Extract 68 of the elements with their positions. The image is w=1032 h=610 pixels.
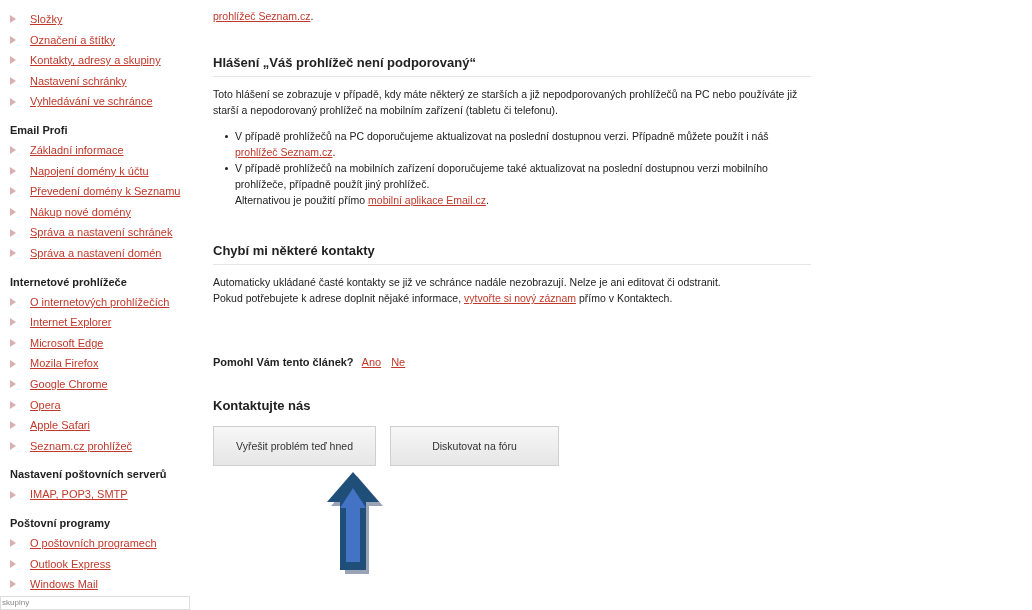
triangle-bullet-icon: [10, 187, 16, 196]
triangle-bullet-icon: [10, 339, 16, 347]
triangle-bullet-icon: [10, 400, 16, 409]
triangle-bullet-icon: [10, 146, 16, 155]
sidebar-heading: Nastavení poštovních serverů: [10, 467, 168, 483]
sidebar-link[interactable]: Apple Safari: [30, 417, 90, 434]
triangle-bullet-icon: [10, 97, 16, 106]
list-item-text: V případě prohlížečů na PC doporučujeme aktualizovat na poslední dostupnou verzi. Případně můžete použít i náš prohlížeč Seznam.cz.: [235, 129, 770, 160]
sidebar-link[interactable]: Nastavení schránky: [30, 72, 127, 90]
sidebar-link[interactable]: Internet Explorer: [30, 314, 112, 331]
triangle-bullet-icon: [10, 559, 16, 568]
article-text: prohlížeč Seznam.cz.: [213, 9, 315, 24]
sidebar-link[interactable]: Outlook Express: [30, 555, 111, 572]
paragraph: Automaticky ukládané časté kontakty se již ve schránce nadále nezobrazují. Nelze je ani editovat či odstranit. Pokud potřebujete k adrese doplnit nějaké informace, vytvořte si nový záznam přímo v Kontaktech.: [213, 275, 722, 306]
section-heading: Kontaktujte nás: [213, 398, 312, 414]
sidebar-link[interactable]: Kontakty, adresy a skupiny: [30, 52, 161, 69]
sidebar-link[interactable]: Vyhledávání ve schránce: [30, 93, 153, 110]
section-heading: Hlášení „Váš prohlížeč není podporovaný“: [213, 54, 811, 77]
contact-button[interactable]: Vyřešit problém teď hned: [213, 426, 376, 466]
feedback-link[interactable]: Ano: [361, 354, 382, 370]
triangle-bullet-icon: [10, 539, 16, 548]
triangle-bullet-icon: [10, 77, 16, 86]
triangle-bullet-icon: [10, 490, 16, 499]
triangle-bullet-icon: [10, 359, 16, 368]
sidebar-link[interactable]: O internetových prohlížečích: [30, 293, 170, 311]
triangle-bullet-icon: [10, 442, 16, 450]
sidebar-link[interactable]: Google Chrome: [30, 375, 108, 393]
triangle-bullet-icon: [10, 228, 16, 237]
sidebar-link[interactable]: Nákup nové domény: [30, 203, 131, 221]
paragraph: Toto hlášení se zobrazuje v případě, kdy máte některý ze starších a již nepodporovaných prohlížečů na PC nebo používáte již starší a nepodorovaný prohlížeč na mobilním zařízení (tabletu či telefonu).: [213, 87, 799, 118]
list-item-text: V případě prohlížečů na mobilních zařízení doporučujeme také aktualizovat na poslední dostupnou verzi mobilního prohlížeče, případně použít jiný prohlížeč. Alternativou je použití přímo mobilní aplikace Email.cz.: [235, 161, 769, 208]
sidebar-link[interactable]: Napojení domény k účtu: [30, 162, 149, 180]
sidebar-link[interactable]: Opera: [30, 396, 61, 414]
triangle-bullet-icon: [10, 421, 16, 430]
sidebar-link[interactable]: Seznam.cz prohlížeč: [30, 437, 133, 455]
triangle-bullet-icon: [10, 56, 16, 65]
text-link[interactable]: vytvořte si nový záznam: [464, 292, 577, 304]
sidebar-link[interactable]: Správa a nastavení domén: [30, 245, 162, 262]
sidebar-link[interactable]: Správa a nastavení schránek: [30, 224, 173, 241]
triangle-bullet-icon: [10, 580, 16, 589]
sidebar-heading: Internetové prohlížeče: [10, 274, 128, 290]
triangle-bullet-icon: [10, 208, 16, 217]
triangle-bullet-icon: [10, 297, 16, 306]
contact-button[interactable]: Diskutovat na fóru: [390, 426, 559, 466]
feedback-question: Pomohl Vám tento článek?: [213, 355, 354, 370]
sidebar-link[interactable]: Označení a štítky: [30, 31, 115, 49]
search-field[interactable]: skupiny: [0, 595, 190, 610]
sidebar-link[interactable]: Microsoft Edge: [30, 334, 104, 352]
feedback-link[interactable]: Ne: [391, 354, 406, 370]
sidebar-link[interactable]: IMAP, POP3, SMTP: [30, 486, 128, 503]
sidebar-link[interactable]: Windows Mail: [30, 576, 98, 593]
sidebar-link[interactable]: Převedení domény k Seznamu: [30, 183, 181, 200]
sidebar-link[interactable]: Mozila Firefox: [30, 355, 99, 372]
sidebar-link[interactable]: Základní informace: [30, 142, 124, 159]
sidebar-link[interactable]: O poštovních programech: [30, 534, 157, 552]
sidebar-link[interactable]: Složky: [30, 11, 63, 28]
list-bullet-icon: [225, 167, 228, 170]
triangle-bullet-icon: [10, 15, 16, 24]
list-bullet-icon: [225, 135, 228, 138]
section-heading: Chybí mi některé kontakty: [213, 242, 811, 265]
triangle-bullet-icon: [10, 35, 16, 44]
triangle-bullet-icon: [10, 380, 16, 389]
text-link[interactable]: mobilní aplikace Email.cz: [368, 194, 486, 206]
triangle-bullet-icon: [10, 166, 16, 175]
sidebar-heading: Poštovní programy: [10, 515, 112, 531]
triangle-bullet-icon: [10, 249, 16, 258]
sidebar-heading: Email Profi: [10, 122, 69, 138]
triangle-bullet-icon: [10, 318, 16, 327]
